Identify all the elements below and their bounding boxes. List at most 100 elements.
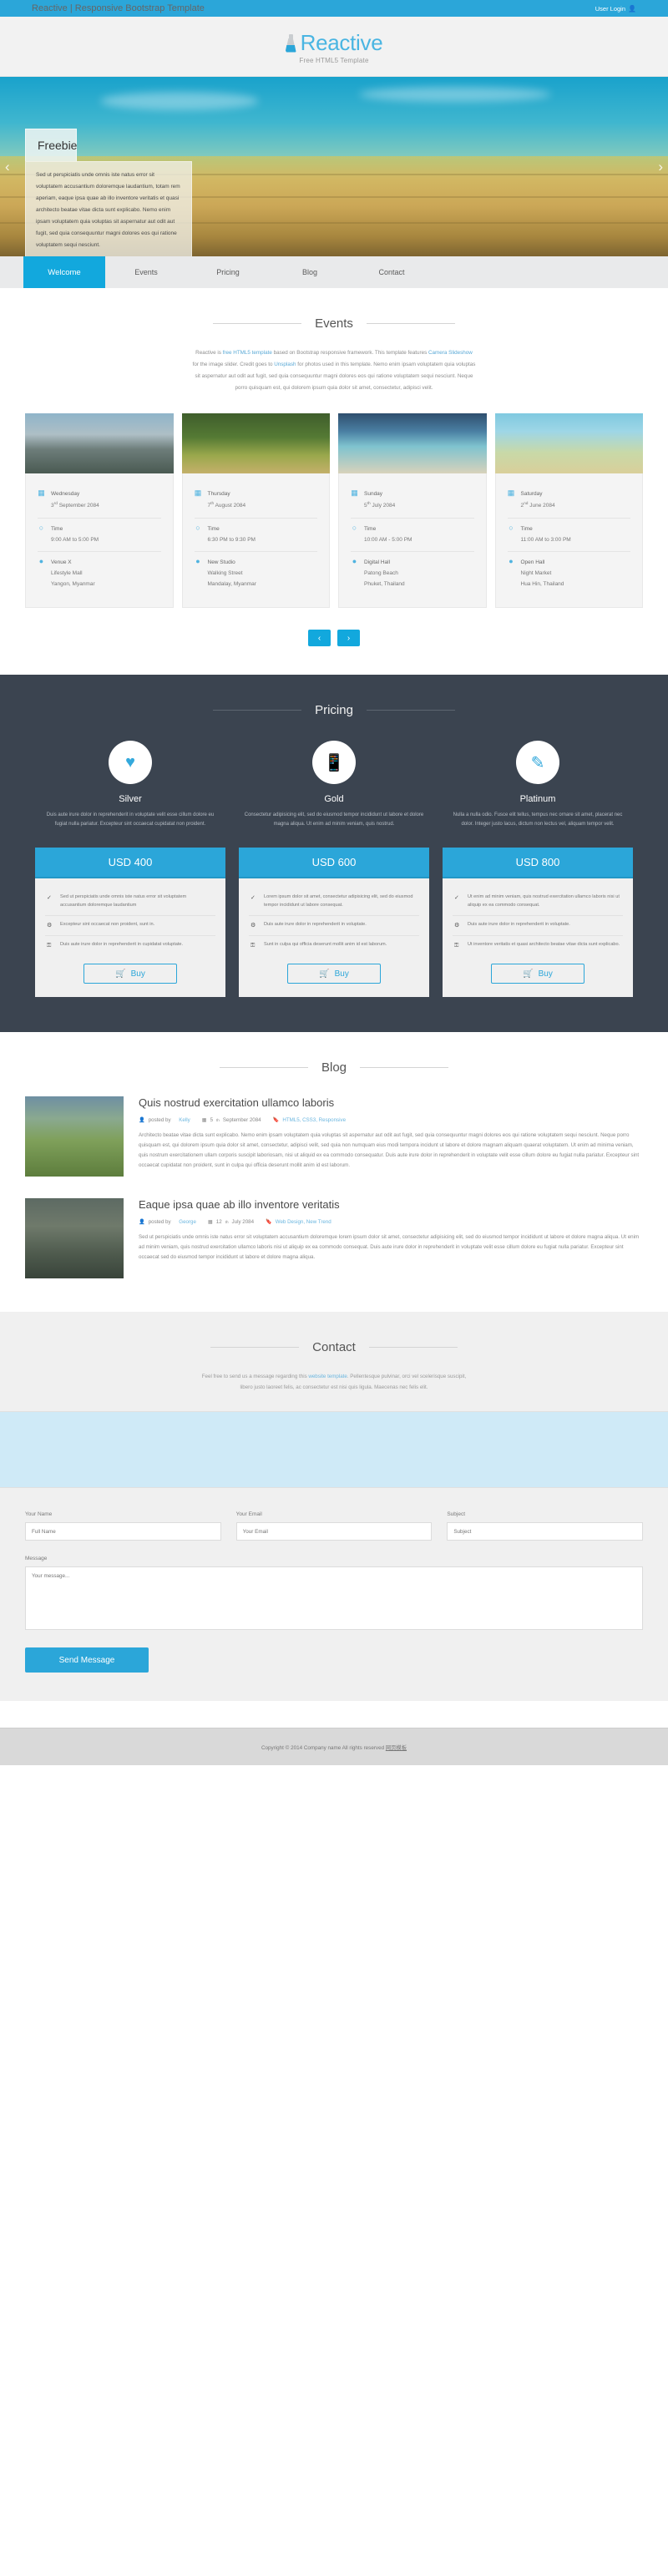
event-card[interactable]: ▦ Sunday 5th July 2084 ○ Time 10:00 AM - 5… [338,413,487,609]
nav-item-events[interactable]: Events [105,256,187,288]
flask-icon [285,33,296,53]
blog-heading: Blog [321,1060,347,1075]
logo-tagline: Free HTML5 Template [299,57,369,64]
hero-carousel: Freebie Sed ut perspiciatis unde omnis i… [0,77,668,256]
name-input[interactable] [25,1522,221,1541]
author-prefix: posted by [148,1218,171,1225]
plan-name: Gold [324,794,344,805]
cart-icon: 🛒 [523,969,534,979]
event-date-rest: June 2084 [528,503,555,509]
nav-item-blog[interactable]: Blog [269,256,351,288]
pricing-plan-platinum: ✎ Platinum Nulla a nulla odio. Fusce eli… [443,741,633,998]
divider-left [219,1067,308,1069]
event-time-value: 11:00 AM to 3:00 PM [520,536,571,543]
carousel-next-icon[interactable]: › [658,159,663,175]
pencil-icon: ✎ [516,741,559,785]
heart-icon: ♥ [109,741,152,785]
map-pin-icon: ● [195,557,200,566]
cloud-shape [100,92,259,110]
plan-description: Consectetur adipisicing elit, sed do eiu… [244,812,424,827]
event-venue-line3: Yangon, Myanmar [51,580,95,587]
event-image [25,413,174,474]
message-textarea[interactable] [25,1566,643,1631]
logo-name: Reactive [300,30,383,55]
contact-heading: Contact [312,1340,356,1355]
cart-icon: 🛒 [115,969,126,979]
feature-text: Excepteur sint occaecat non proident, su… [60,921,155,927]
plan-price: USD 600 [239,848,429,879]
events-section: Events Reactive is free HTML5 template b… [25,288,643,647]
nav-item-welcome[interactable]: Welcome [23,256,105,288]
divider-right [366,710,455,711]
post-date-sup: th [225,1219,229,1224]
website-template-link[interactable]: website template [308,1374,347,1379]
author-link[interactable]: Kelly [179,1117,190,1123]
contact-intro: Feel free to send us a message regarding… [196,1371,472,1393]
events-prev-button[interactable]: ‹ [308,630,331,647]
post-date: 5 [210,1116,214,1123]
event-card[interactable]: ▦ Thursday 7th August 2084 ○ Time 6:30 PM … [181,413,330,609]
page-root: Reactive | Responsive Bootstrap Template… [0,0,668,1766]
subject-label: Subject [447,1511,466,1518]
feature-text: Sed ut perspiciatis unde omnis iste natu… [60,894,187,908]
event-date-rest: September 2084 [57,503,99,509]
free-html5-link[interactable]: free HTML5 template [223,350,272,356]
clock-icon: ○ [352,523,357,532]
unsplash-link[interactable]: Unsplash [274,362,296,367]
lock-icon: ⚿ [250,942,256,949]
user-login-link[interactable]: User Login 👤 [595,5,636,13]
blog-post: Quis nostrud exercitation ullamco labori… [25,1096,643,1177]
email-input[interactable] [235,1522,433,1541]
event-card[interactable]: ▦ Wednesday 3rd September 2084 ○ Time 9:00… [25,413,174,609]
cart-icon: 🛒 [319,969,330,979]
send-message-button[interactable]: Send Message [25,1647,149,1673]
gear-icon: ⚙ [454,922,460,929]
event-day: Wednesday [51,491,80,498]
blog-thumbnail[interactable] [25,1096,124,1177]
post-tags[interactable]: Web Design, New Trend [276,1219,331,1225]
pricing-grid: ♥ Silver Duis aute irure dolor in repreh… [25,741,643,998]
intro-text: for the image slider. Credit goes to [192,361,275,367]
event-time-label: Time [51,525,63,532]
camera-slideshow-link[interactable]: Camera Slideshow [428,350,473,356]
event-day: Saturday [520,491,543,498]
event-card[interactable]: ▦ Saturday 2nd June 2084 ○ Time 11:00 AM t… [494,413,643,609]
map-area[interactable] [0,1411,668,1489]
nav-item-pricing[interactable]: Pricing [187,256,269,288]
footer-link[interactable]: 网页模板 [386,1745,407,1751]
hero-caption-title: Freebie [25,129,77,161]
blog-post-meta: 👤 posted by Kelly ▦ 5th September 2084 🔖 HT… [139,1116,643,1124]
author-link[interactable]: George [179,1219,196,1225]
intro-text: based on Bootstrap responsive framework.… [271,350,428,356]
site-logo[interactable]: Reactive [0,30,668,56]
nav-item-contact[interactable]: Contact [351,256,433,288]
buy-button[interactable]: 🛒 Buy [287,964,381,984]
email-field-group: Your Email [235,1511,433,1541]
blog-post-title[interactable]: Quis nostrud exercitation ullamco labori… [139,1096,643,1109]
copyright-text: Copyright © 2014 Company name All rights… [261,1745,407,1751]
plan-price: USD 400 [35,848,225,879]
buy-button[interactable]: 🛒 Buy [491,964,584,984]
carousel-prev-icon[interactable]: ‹ [5,159,10,175]
divider-right [366,323,455,324]
user-icon: 👤 [139,1219,145,1226]
top-bar-title: Reactive | Responsive Bootstrap Template [32,3,205,13]
events-grid: ▦ Wednesday 3rd September 2084 ○ Time 9:00… [25,413,643,609]
buy-button[interactable]: 🛒 Buy [84,964,177,984]
event-meta: ▦ Wednesday 3rd September 2084 ○ Time 9:00… [25,473,174,609]
plan-description: Nulla a nulla odio. Fusce elit tellus, t… [453,812,623,827]
check-icon: ✓ [454,895,459,902]
post-tags[interactable]: HTML5, CSS3, Responsive [282,1117,346,1123]
feature-text: Ut enim ad minim veniam, quis nostrud ex… [468,894,620,908]
subject-input[interactable] [447,1522,644,1541]
blog-thumbnail[interactable] [25,1198,124,1279]
event-venue: Digital Hall [364,559,391,566]
clock-icon: ○ [509,523,514,532]
event-time-value: 10:00 AM - 5:00 PM [364,536,412,543]
event-date-rest: August 2084 [214,503,246,509]
pricing-plan-gold: 📱 Gold Consectetur adipisicing elit, sed… [239,741,429,998]
blog-post-title[interactable]: Eaque ipsa quae ab illo inventore verita… [139,1198,643,1211]
post-date-rest: July 2084 [231,1218,255,1225]
mobile-icon: 📱 [312,741,356,785]
events-next-button[interactable]: › [337,630,360,647]
